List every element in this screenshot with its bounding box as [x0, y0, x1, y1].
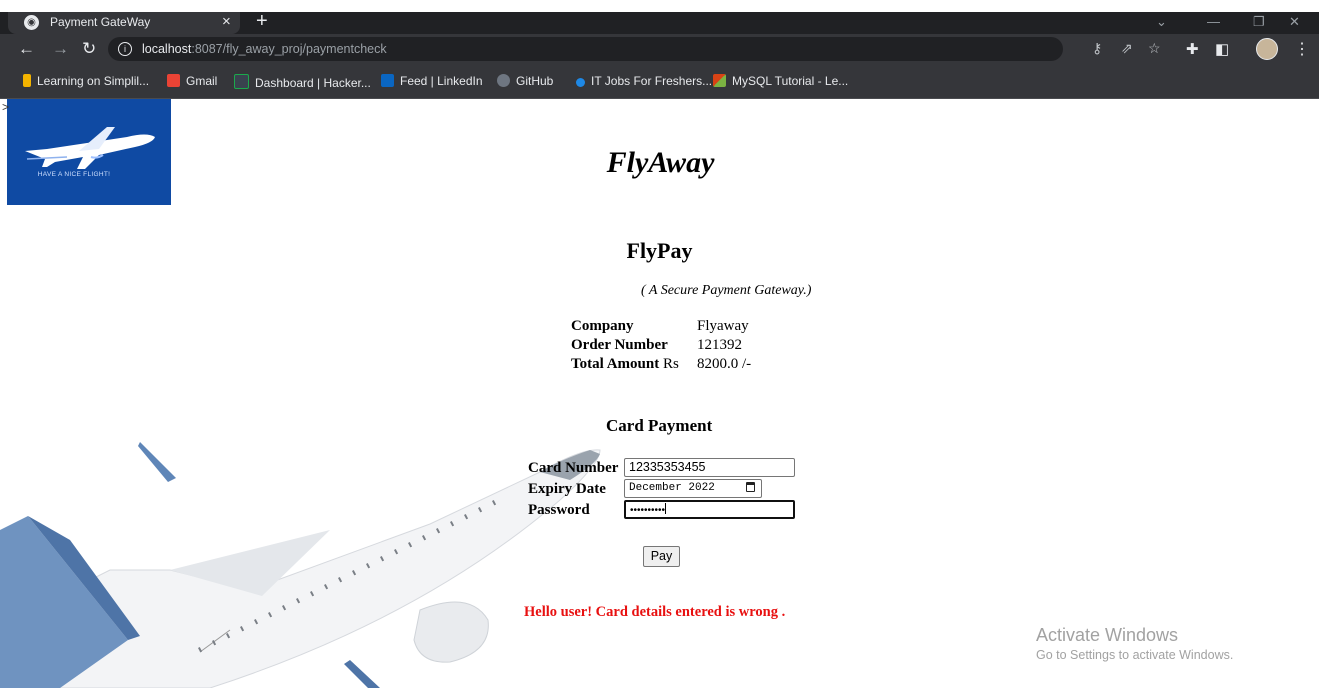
close-window-icon[interactable]: ✕ [1289, 14, 1300, 30]
chevron-down-icon[interactable]: ⌄ [1156, 14, 1167, 30]
tab-bar: ◉ Payment GateWay × + ⌄ — ❐ ✕ [0, 10, 1319, 34]
info-label: Company [571, 318, 634, 334]
forward-arrow-icon[interactable]: → [52, 39, 69, 59]
restore-icon[interactable]: ❐ [1253, 14, 1265, 30]
bookmark-linkedin[interactable]: Feed | LinkedIn [381, 74, 483, 88]
address-bar: ← → ↻ i localhost:8087/fly_away_proj/pay… [0, 34, 1319, 64]
card-number-input[interactable]: 12335353455 [624, 458, 795, 477]
tab-payment-gateway[interactable]: ◉ Payment GateWay × [8, 12, 240, 34]
bookmark-label: Feed | LinkedIn [400, 74, 483, 88]
info-label-text: Total Amount [571, 356, 660, 372]
avatar[interactable] [1256, 38, 1278, 60]
stray-text: > [2, 100, 10, 114]
bookmark-it-jobs[interactable]: IT Jobs For Freshers... [576, 74, 712, 88]
top-strip [0, 0, 1319, 12]
side-panel-icon[interactable]: ◧ [1215, 40, 1229, 58]
menu-dots-icon[interactable]: ⋮ [1294, 39, 1310, 59]
info-label: Total Amount Rs [571, 356, 679, 373]
bookmark-github[interactable]: GitHub [497, 74, 553, 88]
site-title-text: FlyAway [606, 146, 715, 179]
info-value: 8200.0 /- [697, 356, 752, 372]
password-label: Password [528, 502, 590, 518]
info-icon[interactable]: i [118, 42, 132, 56]
bookmark-label: IT Jobs For Freshers... [591, 74, 713, 88]
mysql-tutorial-icon [713, 74, 726, 87]
simplilearn-icon [23, 74, 31, 87]
error-message: Hello user! Card details entered is wron… [524, 604, 786, 620]
info-value: 121392 [697, 337, 742, 353]
bookmark-label: MySQL Tutorial - Le... [732, 74, 849, 88]
url-text[interactable]: localhost:8087/fly_away_proj/paymentchec… [142, 42, 387, 56]
text-caret [665, 503, 667, 514]
gmail-icon [167, 74, 180, 87]
bookmark-hackerrank[interactable]: Dashboard | Hacker... [234, 74, 371, 90]
star-icon[interactable]: ☆ [1148, 40, 1161, 57]
info-label: Order Number [571, 337, 668, 353]
reload-icon[interactable]: ↻ [82, 39, 96, 59]
expiry-date-label: Expiry Date [528, 481, 606, 497]
site-title: FlyAway [0, 146, 1319, 180]
calendar-icon[interactable] [746, 482, 755, 492]
tagline: ( A Secure Payment Gateway.) [641, 283, 812, 298]
url-path: :8087/fly_away_proj/paymentcheck [191, 42, 387, 56]
linkedin-icon [381, 74, 394, 87]
info-value: Flyaway [697, 318, 749, 334]
expiry-date-value: December 2022 [629, 482, 715, 494]
password-input[interactable]: •••••••••• [624, 500, 795, 519]
bookmark-mysql-tutorial[interactable]: MySQL Tutorial - Le... [713, 74, 848, 88]
bookmark-simplilearn[interactable]: Learning on Simplil... [23, 74, 149, 88]
pay-title-text: FlyPay [626, 238, 693, 263]
bookmarks-bar: Learning on Simplil... Gmail Dashboard |… [0, 64, 1319, 99]
windows-activation-watermark: Activate Windows Go to Settings to activ… [1036, 625, 1233, 662]
currency-label: Rs [662, 356, 679, 372]
url-host: localhost [142, 42, 192, 56]
watermark-title: Activate Windows [1036, 625, 1179, 645]
bookmark-label: Learning on Simplil... [37, 74, 150, 88]
tab-title: Payment GateWay [50, 15, 151, 29]
pay-button[interactable]: Pay [643, 546, 680, 567]
expiry-date-input[interactable]: December 2022 [624, 479, 762, 498]
omnibox[interactable]: i localhost:8087/fly_away_proj/paymentch… [108, 37, 1161, 61]
back-arrow-icon[interactable]: ← [18, 39, 35, 59]
bookmark-label: Dashboard | Hacker... [255, 76, 371, 90]
share-icon[interactable]: ⇗ [1121, 40, 1133, 57]
it-jobs-icon [576, 78, 585, 87]
key-icon[interactable]: ⚷ [1092, 40, 1102, 57]
bookmark-label: Gmail [186, 74, 218, 88]
puzzle-icon[interactable]: ✚ [1186, 40, 1199, 58]
hackerrank-icon [234, 74, 249, 89]
card-number-label: Card Number [528, 460, 619, 476]
pay-title: FlyPay [0, 238, 1319, 264]
close-icon[interactable]: × [222, 13, 231, 30]
new-tab-button[interactable]: + [256, 10, 268, 33]
password-mask: •••••••••• [630, 505, 666, 516]
bookmark-label: GitHub [516, 74, 554, 88]
watermark-subtitle: Go to Settings to activate Windows. [1036, 648, 1234, 662]
github-icon [497, 74, 510, 87]
bookmark-gmail[interactable]: Gmail [167, 74, 217, 88]
minimize-icon[interactable]: — [1207, 14, 1220, 29]
globe-icon: ◉ [24, 15, 39, 30]
